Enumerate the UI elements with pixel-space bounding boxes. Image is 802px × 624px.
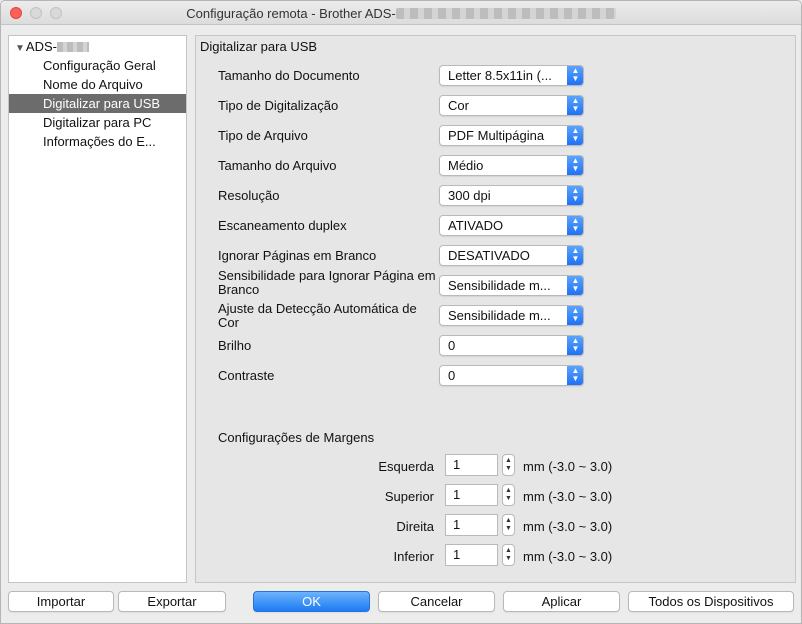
redacted-model-name [395,8,616,19]
select-arrows-icon: ▲ ▼ [567,66,583,85]
document-size-value: Letter 8.5x11in (... [448,68,552,83]
select-arrows-icon: ▲ ▼ [567,156,583,175]
margin-right-input[interactable]: 1 [445,514,498,536]
apply-button[interactable]: Aplicar [503,591,620,612]
duplex-scan-value: ATIVADO [448,218,504,233]
select-arrows-icon: ▲ ▼ [567,336,583,355]
margin-right-range: mm (-3.0 ~ 3.0) [523,519,613,534]
skip-blank-page-select[interactable]: DESATIVADO ▲ ▼ [439,245,584,266]
tree-item-file-name[interactable]: Nome do Arquivo [9,75,186,94]
brightness-label: Brilho [218,338,252,353]
margin-top-label: Superior [384,489,434,504]
document-size-select[interactable]: Letter 8.5x11in (... ▲ ▼ [439,65,584,86]
margin-right-label: Direita [396,519,434,534]
contrast-value: 0 [448,368,456,383]
auto-color-detect-select[interactable]: Sensibilidade m... ▲ ▼ [439,305,584,326]
select-arrows-icon: ▲ ▼ [567,186,583,205]
tree-item-label: Nome do Arquivo [43,77,143,92]
tree-root-device[interactable]: ▼ADS- [15,39,89,54]
contrast-label: Contraste [218,368,275,383]
auto-color-detect-label: Ajuste da Detecção Automática de Cor [218,301,417,330]
tree-item-label: Configuração Geral [43,58,156,73]
export-button[interactable]: Exportar [118,591,226,612]
margin-left-input[interactable]: 1 [445,454,498,476]
skip-blank-sensitivity-label: Sensibilidade para Ignorar Página em Bra… [218,268,436,297]
margin-left-label: Esquerda [378,459,434,474]
settings-panel: Digitalizar para USB Tamanho do Document… [195,35,796,583]
skip-blank-sensitivity-value: Sensibilidade m... [448,278,551,293]
tree-item-label: Digitalizar para USB [43,96,161,111]
document-size-label: Tamanho do Documento [218,68,360,83]
file-type-select[interactable]: PDF Multipágina ▲ ▼ [439,125,584,146]
redacted-device-model [56,42,89,52]
select-arrows-icon: ▲ ▼ [567,126,583,145]
import-button[interactable]: Importar [8,591,114,612]
margin-bottom-stepper[interactable]: ▲ ▼ [502,544,515,566]
resolution-value: 300 dpi [448,188,491,203]
select-arrows-icon: ▲ ▼ [567,366,583,385]
all-devices-button[interactable]: Todos os Dispositivos [628,591,794,612]
tree-item-machine-info[interactable]: Informações do E... [9,132,186,151]
brightness-value: 0 [448,338,456,353]
contrast-select[interactable]: 0 ▲ ▼ [439,365,584,386]
tree-item-label: Digitalizar para PC [43,115,152,130]
file-type-label: Tipo de Arquivo [218,128,308,143]
tree-item-general-setup[interactable]: Configuração Geral [9,56,186,75]
file-size-label: Tamanho do Arquivo [218,158,337,173]
duplex-scan-label: Escaneamento duplex [218,218,347,233]
margin-left-stepper[interactable]: ▲ ▼ [502,454,515,476]
cancel-button[interactable]: Cancelar [378,591,495,612]
title-bar: Configuração remota - Brother ADS- [1,1,801,25]
auto-color-detect-value: Sensibilidade m... [448,308,551,323]
select-arrows-icon: ▲ ▼ [567,306,583,325]
ok-button[interactable]: OK [253,591,370,612]
margin-right-stepper[interactable]: ▲ ▼ [502,514,515,536]
skip-blank-page-value: DESATIVADO [448,248,530,263]
margin-left-range: mm (-3.0 ~ 3.0) [523,459,613,474]
resolution-label: Resolução [218,188,280,203]
margin-top-stepper[interactable]: ▲ ▼ [502,484,515,506]
select-arrows-icon: ▲ ▼ [567,96,583,115]
skip-blank-sensitivity-select[interactable]: Sensibilidade m... ▲ ▼ [439,275,584,296]
disclosure-triangle-icon[interactable]: ▼ [15,43,25,54]
skip-blank-page-label: Ignorar Páginas em Branco [218,248,377,263]
remote-setup-window: Configuração remota - Brother ADS- ▼ADS-… [0,0,802,624]
select-arrows-icon: ▲ ▼ [567,246,583,265]
select-arrows-icon: ▲ ▼ [567,276,583,295]
margin-settings-title: Configurações de Margens [218,430,375,445]
scan-type-value: Cor [448,98,469,113]
scan-type-select[interactable]: Cor ▲ ▼ [439,95,584,116]
settings-tree: ▼ADS- Configuração Geral Nome do Arquivo… [8,35,187,583]
window-title-text: Configuração remota - Brother ADS- [186,6,396,21]
duplex-scan-select[interactable]: ATIVADO ▲ ▼ [439,215,584,236]
margin-top-input[interactable]: 1 [445,484,498,506]
margin-bottom-label: Inferior [393,549,434,564]
tree-item-scan-to-pc[interactable]: Digitalizar para PC [9,113,186,132]
margin-bottom-range: mm (-3.0 ~ 3.0) [523,549,613,564]
tree-item-label: Informações do E... [43,134,156,149]
select-arrows-icon: ▲ ▼ [567,216,583,235]
file-size-select[interactable]: Médio ▲ ▼ [439,155,584,176]
tree-root-label: ADS- [25,39,57,54]
panel-title: Digitalizar para USB [200,39,318,54]
file-size-value: Médio [448,158,484,173]
resolution-select[interactable]: 300 dpi ▲ ▼ [439,185,584,206]
tree-item-scan-to-usb[interactable]: Digitalizar para USB [9,94,186,113]
margin-bottom-input[interactable]: 1 [445,544,498,566]
scan-type-label: Tipo de Digitalização [218,98,339,113]
margin-top-range: mm (-3.0 ~ 3.0) [523,489,613,504]
file-type-value: PDF Multipágina [448,128,545,143]
window-title: Configuração remota - Brother ADS- [1,6,801,21]
brightness-select[interactable]: 0 ▲ ▼ [439,335,584,356]
